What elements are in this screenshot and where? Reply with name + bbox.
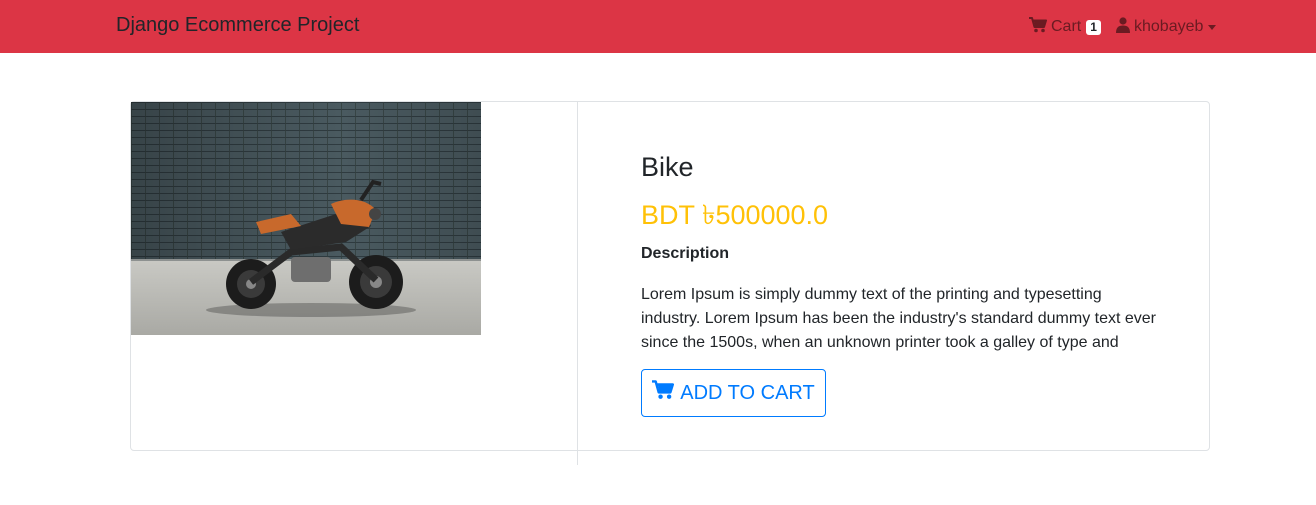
cart-icon	[652, 380, 675, 406]
cart-count-badge: 1	[1086, 19, 1101, 35]
nav-cart-link[interactable]: Cart 1	[1029, 16, 1101, 38]
product-title: Bike	[641, 152, 694, 182]
description-text: Lorem Ipsum is simply dummy text of the …	[641, 286, 1156, 351]
user-name: khobayeb	[1134, 18, 1204, 35]
card-divider	[577, 101, 578, 465]
caret-down-icon	[1208, 24, 1217, 30]
cart-label: Cart	[1051, 18, 1082, 35]
product-image	[131, 102, 481, 335]
add-to-cart-label: ADD TO CART	[680, 381, 815, 404]
navbar: Django Ecommerce Project Cart 1 khobayeb	[0, 0, 1316, 53]
cart-icon	[1029, 16, 1047, 38]
product-price: BDT ৳500000.0	[641, 200, 829, 230]
add-to-cart-button[interactable]: ADD TO CART	[641, 369, 826, 417]
user-icon	[1116, 16, 1130, 38]
user-dropdown-toggle[interactable]: khobayeb	[1116, 16, 1217, 38]
brand-link[interactable]: Django Ecommerce Project	[116, 14, 359, 37]
description-heading: Description	[641, 245, 730, 262]
